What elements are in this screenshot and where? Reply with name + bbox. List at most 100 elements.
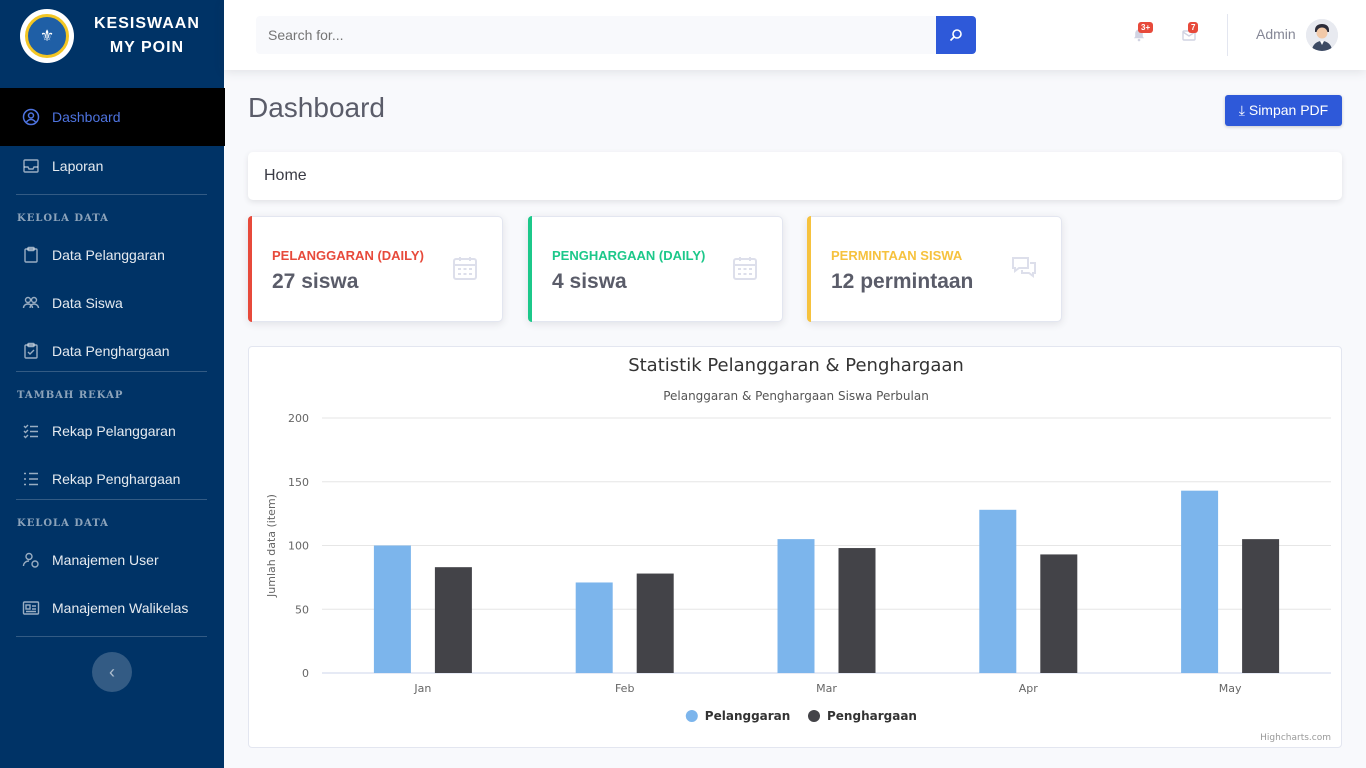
brand[interactable]: ⚜ KESISWAAN MY POIN: [0, 0, 224, 72]
clipboard-check-icon: [22, 342, 40, 360]
user-gear-icon: [22, 551, 40, 569]
sidebar-item-manajemen-walikelas[interactable]: Manajemen Walikelas: [0, 586, 224, 630]
y-tick-label: 100: [288, 540, 309, 553]
sidebar-heading: TAMBAH REKAP: [17, 390, 124, 401]
x-tick-label: Jan: [413, 682, 431, 695]
sidebar-toggle-button[interactable]: ‹: [92, 652, 132, 692]
user-name[interactable]: Admin: [1256, 26, 1296, 42]
topbar-divider: [1227, 14, 1228, 56]
chart-credits[interactable]: Highcharts.com: [1260, 733, 1331, 743]
card-label: PERMINTAAN SISWA: [831, 248, 963, 263]
breadcrumb-home[interactable]: Home: [264, 167, 307, 185]
sidebar-item-label: Dashboard: [52, 109, 121, 125]
sidebar-item-data-pelanggaran[interactable]: Data Pelanggaran: [0, 233, 224, 277]
bar-pelanggaran-mar: [777, 539, 815, 673]
legend-item: Penghargaan: [827, 709, 917, 723]
chevron-left-icon: ‹: [109, 661, 115, 682]
calendar-icon: [453, 257, 477, 280]
y-tick-label: 0: [302, 667, 309, 680]
y-tick-label: 150: [288, 476, 309, 489]
inbox-icon: [22, 157, 40, 175]
id-card-icon: [22, 599, 40, 617]
legend-item: Pelanggaran: [705, 709, 791, 723]
card-value: 12 permintaan: [831, 270, 974, 293]
checklist-icon: [22, 422, 40, 440]
x-tick-label: Mar: [816, 682, 837, 695]
y-axis-label: Jumlah data (item): [265, 494, 278, 598]
bar-pelanggaran-feb: [575, 582, 613, 673]
bar-penghargaan-jan: [434, 567, 472, 673]
sidebar-item-label: Rekap Penghargaan: [52, 471, 181, 487]
bar-penghargaan-apr: [1040, 554, 1078, 673]
alerts-badge: 3+: [1138, 22, 1154, 33]
card-value: 27 siswa: [272, 270, 359, 293]
alerts-button[interactable]: 3+: [1128, 22, 1154, 46]
card-accent-bar: [807, 216, 811, 322]
sidebar: ⚜ KESISWAAN MY POIN Dashboard Laporan KE…: [0, 0, 225, 768]
y-tick-label: 50: [295, 603, 309, 616]
school-emblem-icon: ⚜: [25, 14, 69, 58]
sidebar-heading: KELOLA DATA: [17, 213, 109, 224]
list-icon: [22, 470, 40, 488]
sidebar-divider: [16, 371, 207, 372]
sidebar-item-label: Data Pelanggaran: [52, 247, 165, 263]
legend-marker: [685, 710, 698, 722]
card-label: PENGHARGAAN (DAILY): [552, 248, 706, 263]
users-icon: [22, 294, 40, 312]
stat-card-penghargaan: PENGHARGAAN (DAILY) 4 siswa: [528, 216, 783, 322]
bar-penghargaan-mar: [838, 548, 876, 673]
x-tick-label: Apr: [1019, 682, 1039, 695]
school-logo: ⚜: [20, 9, 74, 63]
sidebar-item-data-penghargaan[interactable]: Data Penghargaan: [0, 329, 224, 373]
calendar-icon: [733, 257, 757, 280]
sidebar-divider: [16, 194, 207, 195]
search-input[interactable]: [256, 16, 936, 54]
sidebar-item-laporan[interactable]: Laporan: [0, 144, 224, 188]
sidebar-item-manajemen-user[interactable]: Manajemen User: [0, 538, 224, 582]
y-tick-label: 200: [288, 412, 309, 425]
messages-badge: 7: [1188, 22, 1199, 33]
sidebar-divider: [16, 636, 207, 637]
card-accent-bar: [528, 216, 532, 322]
sidebar-item-rekap-penghargaan[interactable]: Rekap Penghargaan: [0, 457, 224, 501]
bar-chart: 0 50 100 150 200 Jumlah data (item) Jan Feb Mar A…: [265, 412, 1331, 723]
x-tick-label: Feb: [615, 682, 634, 695]
brand-line-2: MY POIN: [109, 39, 185, 56]
brand-line-1: KESISWAAN: [94, 15, 200, 32]
bar-penghargaan-feb: [636, 573, 674, 673]
card-value: 4 siswa: [552, 270, 627, 293]
sidebar-item-label: Data Siswa: [52, 295, 123, 311]
sidebar-item-label: Laporan: [52, 158, 104, 174]
comments-icon: [1012, 257, 1036, 278]
legend-marker: [808, 710, 820, 722]
stat-card-permintaan: PERMINTAAN SISWA 12 permintaan: [807, 216, 1062, 322]
avatar[interactable]: [1306, 19, 1338, 51]
search-icon: [949, 29, 962, 42]
sidebar-item-data-siswa[interactable]: Data Siswa: [0, 281, 224, 325]
sidebar-item-label: Rekap Pelanggaran: [52, 423, 176, 439]
clipboard-icon: [22, 246, 40, 264]
sidebar-item-label: Manajemen Walikelas: [52, 600, 189, 616]
card-label: PELANGGARAN (DAILY): [272, 248, 424, 263]
search-form: [256, 16, 976, 54]
x-tick-label: May: [1219, 682, 1242, 695]
breadcrumb: Home: [248, 152, 1342, 200]
sidebar-item-rekap-pelanggaran[interactable]: Rekap Pelanggaran: [0, 409, 224, 453]
card-accent-bar: [248, 216, 252, 322]
sidebar-heading: KELOLA DATA: [17, 518, 109, 529]
chart-card: Statistik Pelanggaran & Penghargaan Pela…: [248, 346, 1342, 748]
bar-pelanggaran-jan: [373, 545, 411, 673]
user-avatar-icon: [1306, 19, 1338, 51]
sidebar-item-label: Manajemen User: [52, 552, 159, 568]
messages-button[interactable]: 7: [1178, 22, 1200, 46]
brand-title: KESISWAAN MY POIN: [94, 12, 200, 60]
sidebar-item-dashboard[interactable]: Dashboard: [0, 88, 225, 146]
bar-penghargaan-may: [1242, 539, 1280, 673]
page-title: Dashboard: [248, 92, 385, 123]
stat-card-pelanggaran: PELANGGARAN (DAILY) 27 siswa: [248, 216, 503, 322]
save-pdf-button[interactable]: ⤓ Simpan PDF: [1225, 95, 1342, 126]
sidebar-divider: [16, 499, 207, 500]
topbar: 3+ 7 Admin: [224, 0, 1366, 70]
user-circle-icon: [22, 108, 40, 126]
search-button[interactable]: [936, 16, 976, 54]
